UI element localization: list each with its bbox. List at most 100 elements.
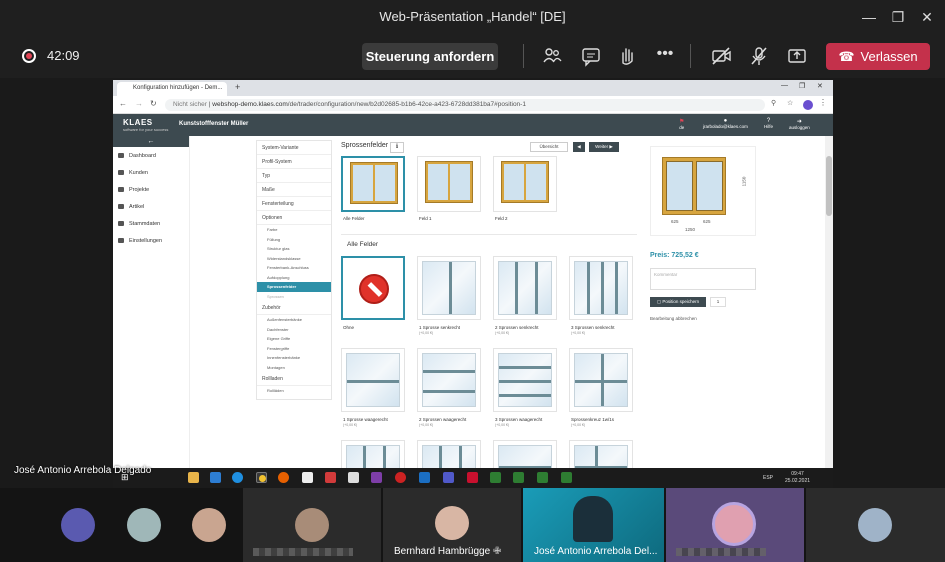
new-tab-icon[interactable]: + — [235, 82, 240, 92]
option-card-more[interactable] — [417, 440, 481, 470]
config-step[interactable]: Fenstergriffe — [257, 344, 331, 354]
avatar[interactable] — [61, 508, 95, 542]
edge-app-icon[interactable] — [232, 472, 243, 483]
scrollbar-thumb[interactable] — [826, 156, 832, 216]
app-icon[interactable] — [490, 472, 501, 483]
field-card-1[interactable] — [417, 156, 481, 212]
onenote-app-icon[interactable] — [371, 472, 382, 483]
browser-maximize-icon[interactable]: ❐ — [799, 82, 805, 90]
more-options-icon[interactable]: ••• — [654, 45, 676, 67]
config-step[interactable]: Dachfenster — [257, 325, 331, 335]
option-card-1-waagerecht[interactable] — [341, 348, 405, 412]
logout-link[interactable]: ➜ ausloggen — [789, 118, 810, 130]
config-step[interactable]: Rollladen — [257, 372, 331, 386]
page-scrollbar[interactable] — [825, 136, 833, 470]
config-step[interactable]: Aufdopplung — [257, 273, 331, 283]
config-step[interactable]: Außenfensterbänke — [257, 315, 331, 325]
app-icon[interactable] — [537, 472, 548, 483]
overview-button[interactable]: Übersicht — [530, 142, 568, 152]
url-field[interactable]: Nicht sicher | webshop-demo.klaes.com/de… — [165, 99, 765, 111]
field-card-2[interactable] — [493, 156, 557, 212]
firefox-app-icon[interactable] — [278, 472, 289, 483]
sidebar-item-artikel[interactable]: Artikel — [113, 198, 189, 215]
config-step[interactable]: Fensterbank-Anschluss — [257, 263, 331, 273]
avatar[interactable] — [127, 508, 161, 542]
reload-icon[interactable]: ↻ — [150, 99, 157, 108]
app-icon[interactable] — [325, 472, 336, 483]
acrobat-app-icon[interactable] — [467, 472, 478, 483]
participant-tile-speaking[interactable] — [666, 488, 804, 562]
field-card-all[interactable] — [341, 156, 405, 212]
save-position-button[interactable]: ▢ Position speichern — [650, 297, 706, 307]
option-card-more[interactable] — [341, 440, 405, 470]
explorer-app-icon[interactable] — [188, 472, 199, 483]
minimize-icon[interactable]: — — [858, 6, 880, 28]
config-step[interactable]: Eigene Griffe — [257, 334, 331, 344]
browser-menu-icon[interactable]: ⋮ — [819, 98, 827, 107]
quantity-field[interactable]: 1 — [710, 297, 726, 307]
config-step[interactable]: Montagen — [257, 363, 331, 373]
maximize-icon[interactable]: ❐ — [887, 6, 909, 28]
participant-tile-jose[interactable]: José Antonio Arrebola Del... — [523, 488, 664, 562]
participant-tile-bernhard[interactable]: Bernhard Hambrügge ✙ — [383, 488, 521, 562]
leave-button[interactable]: ☎ Verlassen — [826, 43, 930, 70]
sidebar-item-stammdaten[interactable]: Stammdaten — [113, 215, 189, 232]
participant-tile[interactable] — [806, 488, 945, 562]
camera-off-icon[interactable] — [710, 45, 732, 67]
help-link[interactable]: ? Hilfe — [764, 118, 773, 129]
browser-tab[interactable]: Konfiguration hinzufügen - Dem... — [117, 82, 227, 96]
config-step[interactable]: Widerstandsklasse — [257, 254, 331, 264]
forward-icon[interactable]: → — [135, 99, 143, 108]
config-step[interactable]: System-Variante — [257, 141, 331, 155]
chat-icon[interactable] — [580, 45, 602, 67]
option-card-sprossenkreuz[interactable] — [569, 348, 633, 412]
config-step[interactable]: Optionen — [257, 211, 331, 225]
option-card-ohne[interactable] — [341, 256, 405, 320]
previous-button[interactable]: ◀ — [573, 142, 585, 152]
back-icon[interactable]: ← — [119, 99, 127, 108]
option-card-1-senkrecht[interactable] — [417, 256, 481, 320]
profile-avatar[interactable] — [803, 100, 813, 110]
participant-tile[interactable] — [243, 488, 381, 562]
app-icon[interactable] — [395, 472, 406, 483]
next-button[interactable]: Weiter ▶ — [589, 142, 619, 152]
zoom-icon[interactable]: ⚲ — [771, 99, 776, 107]
participants-icon[interactable] — [541, 45, 563, 67]
abort-edit-link[interactable]: Bearbeitung abbrechen — [650, 316, 697, 321]
option-card-3-waagerecht[interactable] — [493, 348, 557, 412]
info-button[interactable]: ℹ — [390, 142, 404, 153]
config-step[interactable]: Zubehör — [257, 301, 331, 315]
config-step[interactable]: Farbe — [257, 225, 331, 235]
config-step[interactable]: Maße — [257, 183, 331, 197]
config-step[interactable]: Struktur glas — [257, 244, 331, 254]
teams-app-icon[interactable] — [443, 472, 454, 483]
avatar[interactable] — [192, 508, 226, 542]
language-indicator[interactable]: ESP — [763, 475, 773, 481]
sidebar-item-dashboard[interactable]: Dashboard — [113, 147, 189, 164]
bookmark-star-icon[interactable]: ☆ — [787, 99, 793, 107]
share-screen-icon[interactable] — [786, 45, 808, 67]
user-menu[interactable]: ● jrarbolado@klaes.com — [703, 118, 748, 129]
config-step[interactable]: Sprossen — [257, 292, 331, 302]
document-app-icon[interactable] — [302, 472, 313, 483]
config-step[interactable]: Fensterteilung — [257, 197, 331, 211]
app-icon[interactable] — [419, 472, 430, 483]
app-icon[interactable] — [513, 472, 524, 483]
config-step[interactable]: Sprossenfelder — [257, 282, 331, 292]
sidebar-item-projekte[interactable]: Projekte — [113, 181, 189, 198]
config-step[interactable]: Innenfensterbänke — [257, 353, 331, 363]
option-card-more[interactable] — [493, 440, 557, 470]
raise-hand-icon[interactable] — [616, 45, 638, 67]
option-card-2-waagerecht[interactable] — [417, 348, 481, 412]
sidebar-item-kunden[interactable]: Kunden — [113, 164, 189, 181]
option-card-3-senkrecht[interactable] — [569, 256, 633, 320]
app-icon[interactable] — [348, 472, 359, 483]
config-step[interactable]: Typ — [257, 169, 331, 183]
browser-close-icon[interactable]: ✕ — [817, 82, 823, 90]
config-step[interactable]: Füllung — [257, 235, 331, 245]
sidebar-collapse-icon[interactable]: ← — [113, 136, 189, 147]
option-card-more[interactable] — [569, 440, 633, 470]
system-clock[interactable]: 09:47 25.02.2021 — [785, 471, 810, 485]
sidebar-item-einstellungen[interactable]: Einstellungen — [113, 232, 189, 249]
config-step[interactable]: Rollläden — [257, 386, 331, 396]
